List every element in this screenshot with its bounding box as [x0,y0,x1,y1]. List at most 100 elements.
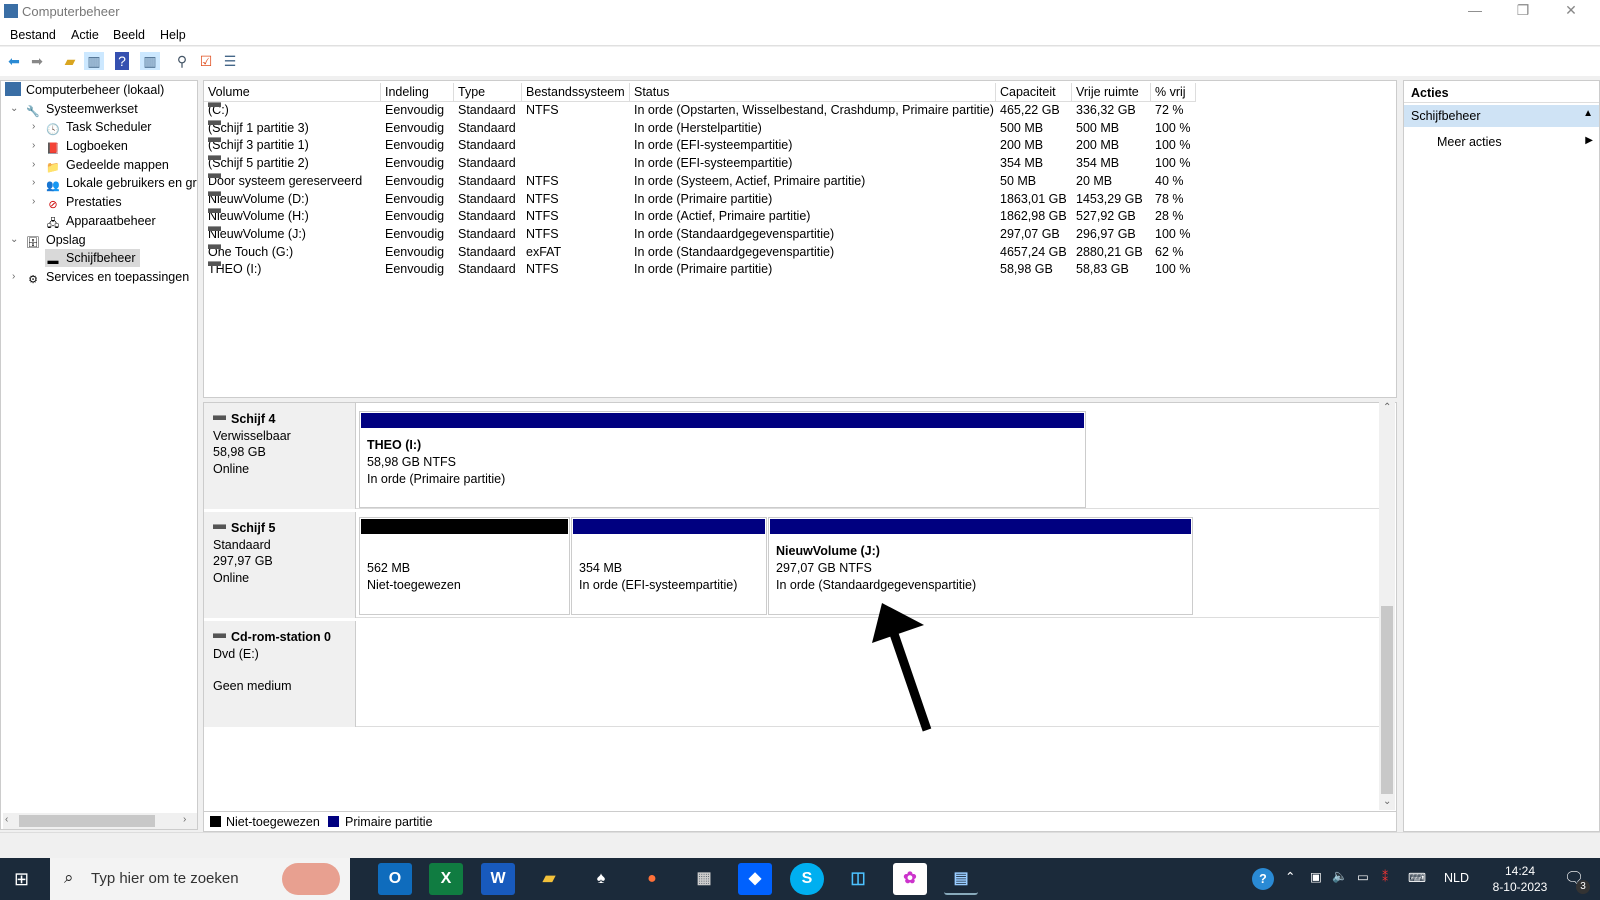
column-header[interactable]: Status [630,83,996,102]
file-explorer-icon[interactable]: ▰ [532,863,566,895]
show-hide-tree-icon[interactable]: ▥ [84,52,104,70]
chevron-down-icon[interactable]: ⌄ [10,103,18,114]
show-action-pane-icon[interactable]: ▥ [140,52,160,70]
disk-row-schijf-4[interactable]: Schijf 4 Verwisselbaar 58,98 GB Online T… [204,403,1380,509]
tree-item-logboeken[interactable]: 📕 Logboeken [45,137,128,155]
scroll-right-icon[interactable]: › [183,814,186,825]
scroll-up-icon[interactable]: ⌃ [1383,402,1391,413]
help-tray-icon[interactable]: ? [1252,868,1274,890]
keyboard-icon[interactable]: ⌨ [1408,870,1426,885]
chevron-right-icon[interactable]: › [32,196,35,207]
start-button[interactable]: ⊞ [14,869,29,890]
close-button[interactable]: ✕ [1548,2,1594,22]
menu-help[interactable]: Help [160,28,186,42]
volume-icon[interactable]: 🔈 [1332,869,1348,884]
language-indicator[interactable]: NLD [1444,871,1469,885]
tree-item-lokale-gebruikers[interactable]: 👥 Lokale gebruikers en groepen [45,174,197,192]
scroll-left-icon[interactable]: ‹ [5,814,8,825]
partition-unallocated[interactable]: 562 MB Niet-toegewezen [359,517,570,615]
show-hidden-icons[interactable]: ⌃ [1285,869,1295,884]
excel-icon[interactable]: X [429,863,463,895]
help-icon[interactable]: ? [115,52,129,70]
chevron-right-icon[interactable]: › [12,271,15,282]
disk-row-schijf-5[interactable]: Schijf 5 Standaard 297,97 GB Online 562 … [204,512,1380,618]
tray-badge-icon[interactable]: ⁑ [1382,869,1388,884]
disk-row-cdrom[interactable]: Cd-rom-station 0 Dvd (E:) Geen medium [204,621,1380,727]
column-header[interactable]: Vrije ruimte [1072,83,1151,102]
chevron-right-icon[interactable]: › [32,159,35,170]
scroll-thumb[interactable] [19,815,155,827]
solitaire-icon[interactable]: ♠ [584,863,618,895]
tree-item-opslag[interactable]: 🗄 Opslag [25,231,86,249]
taskbar-search[interactable]: ⌕ Typ hier om te zoeken [50,858,350,900]
checklist-icon[interactable]: ☑ [196,52,216,70]
word-icon[interactable]: W [481,863,515,895]
tree-root[interactable]: Computerbeheer (lokaal) [5,81,164,99]
disk-label[interactable]: Cd-rom-station 0 Dvd (E:) Geen medium [204,621,356,727]
column-header[interactable]: Capaciteit [996,83,1072,102]
network-icon[interactable]: ▭ [1357,869,1369,884]
partition-efi[interactable]: 354 MB In orde (EFI-systeempartitie) [571,517,767,615]
disk-vertical-scrollbar[interactable]: ⌃ ⌄ [1379,402,1395,810]
calculator-icon[interactable]: ▦ [687,863,721,895]
more-actions-item[interactable]: Meer acties ▶ [1404,131,1599,153]
actions-section-schijfbeheer[interactable]: Schijfbeheer ▲ [1404,105,1599,127]
disk-label[interactable]: Schijf 4 Verwisselbaar 58,98 GB Online [204,403,356,509]
restore-button[interactable]: ❐ [1500,2,1546,22]
table-row[interactable]: NieuwVolume (J:) Eenvoudig Standaard NTFS In… [204,225,1204,244]
column-header[interactable]: Indeling [381,83,454,102]
connect-icon[interactable]: ⚲ [172,52,192,70]
column-header[interactable]: Type [454,83,522,102]
chevron-down-icon[interactable]: ⌄ [10,234,18,245]
tree-item-systeemwerkset[interactable]: 🔧 Systeemwerkset [25,100,138,118]
tree-item-schijfbeheer[interactable]: ▬ Schijfbeheer [45,249,140,267]
computer-management-icon[interactable]: ▤ [944,863,978,895]
outlook-icon[interactable]: O [378,863,412,895]
table-row[interactable]: (Schijf 5 partitie 2) Eenvoudig Standaard I… [204,155,1204,173]
table-row[interactable]: (Schijf 3 partitie 1) Eenvoudig Standaard I… [204,137,1204,155]
chevron-right-icon[interactable]: › [32,121,35,132]
back-icon[interactable]: ⬅ [4,52,24,70]
properties-icon[interactable]: ☰ [220,52,240,70]
tree-item-services[interactable]: ⚙ Services en toepassingen [25,268,189,286]
menu-actie[interactable]: Actie [71,28,99,42]
chevron-right-icon[interactable]: › [32,140,35,151]
table-cell: NTFS [526,103,559,117]
table-row[interactable]: (C:) Eenvoudig Standaard NTFS In orde (Opsta… [204,102,1204,120]
chevron-right-icon[interactable]: › [32,177,35,188]
table-cell: Eenvoudig [385,173,445,188]
menu-bestand[interactable]: Bestand [10,28,56,42]
scroll-down-icon[interactable]: ⌄ [1383,796,1391,807]
photos-icon[interactable]: ✿ [893,863,927,895]
menu-beeld[interactable]: Beeld [113,28,145,42]
forward-icon[interactable]: ➡ [27,52,47,70]
partition-nieuwvolume-j[interactable]: NieuwVolume (J:) 297,07 GB NTFS In orde (S… [768,517,1193,615]
firefox-icon[interactable]: ● [635,863,669,895]
minimize-button[interactable]: — [1452,2,1498,22]
camera-icon[interactable]: ▣ [1310,869,1322,884]
dropbox-icon[interactable]: ◆ [738,863,772,895]
up-folder-icon[interactable]: ▰ [60,52,80,70]
tree-item-gedeelde-mappen[interactable]: 📁 Gedeelde mappen [45,156,169,174]
table-row[interactable]: THEO (I:) Eenvoudig Standaard NTFS In orde (… [204,261,1204,279]
network-app-icon[interactable]: ◫ [841,863,875,895]
column-header[interactable]: Volume [204,83,381,102]
scroll-thumb[interactable] [1381,606,1393,794]
cdrom-icon [213,633,226,638]
tree-item-apparaatbeheer[interactable]: 🖧 Apparaatbeheer [45,212,156,230]
tree-horizontal-scrollbar[interactable]: ‹ › [3,813,197,829]
collapse-icon[interactable]: ▲ [1583,108,1593,119]
column-header[interactable]: Bestandssysteem [522,83,630,102]
table-row[interactable]: NieuwVolume (H:) Eenvoudig Standaard NTFS In… [204,208,1204,226]
column-header[interactable]: % vrij [1151,83,1196,102]
partition-theo[interactable]: THEO (I:) 58,98 GB NTFS In orde (Primaire … [359,411,1086,508]
clock[interactable]: 14:24 8-10-2023 [1480,863,1560,895]
tree-item-task-scheduler[interactable]: 🕓 Task Scheduler [45,118,151,136]
tree-item-prestaties[interactable]: ⊘ Prestaties [45,193,121,211]
disk-label[interactable]: Schijf 5 Standaard 297,97 GB Online [204,512,356,618]
table-row[interactable]: Door systeem gereserveerd Eenvoudig Standa… [204,172,1204,191]
skype-icon[interactable]: S [790,863,824,895]
table-row[interactable]: One Touch (G:) Eenvoudig Standaard exFAT In … [204,243,1204,262]
table-row[interactable]: NieuwVolume (D:) Eenvoudig Standaard NTFS In… [204,190,1204,209]
table-row[interactable]: (Schijf 1 partitie 3) Eenvoudig Standaard I… [204,119,1204,138]
